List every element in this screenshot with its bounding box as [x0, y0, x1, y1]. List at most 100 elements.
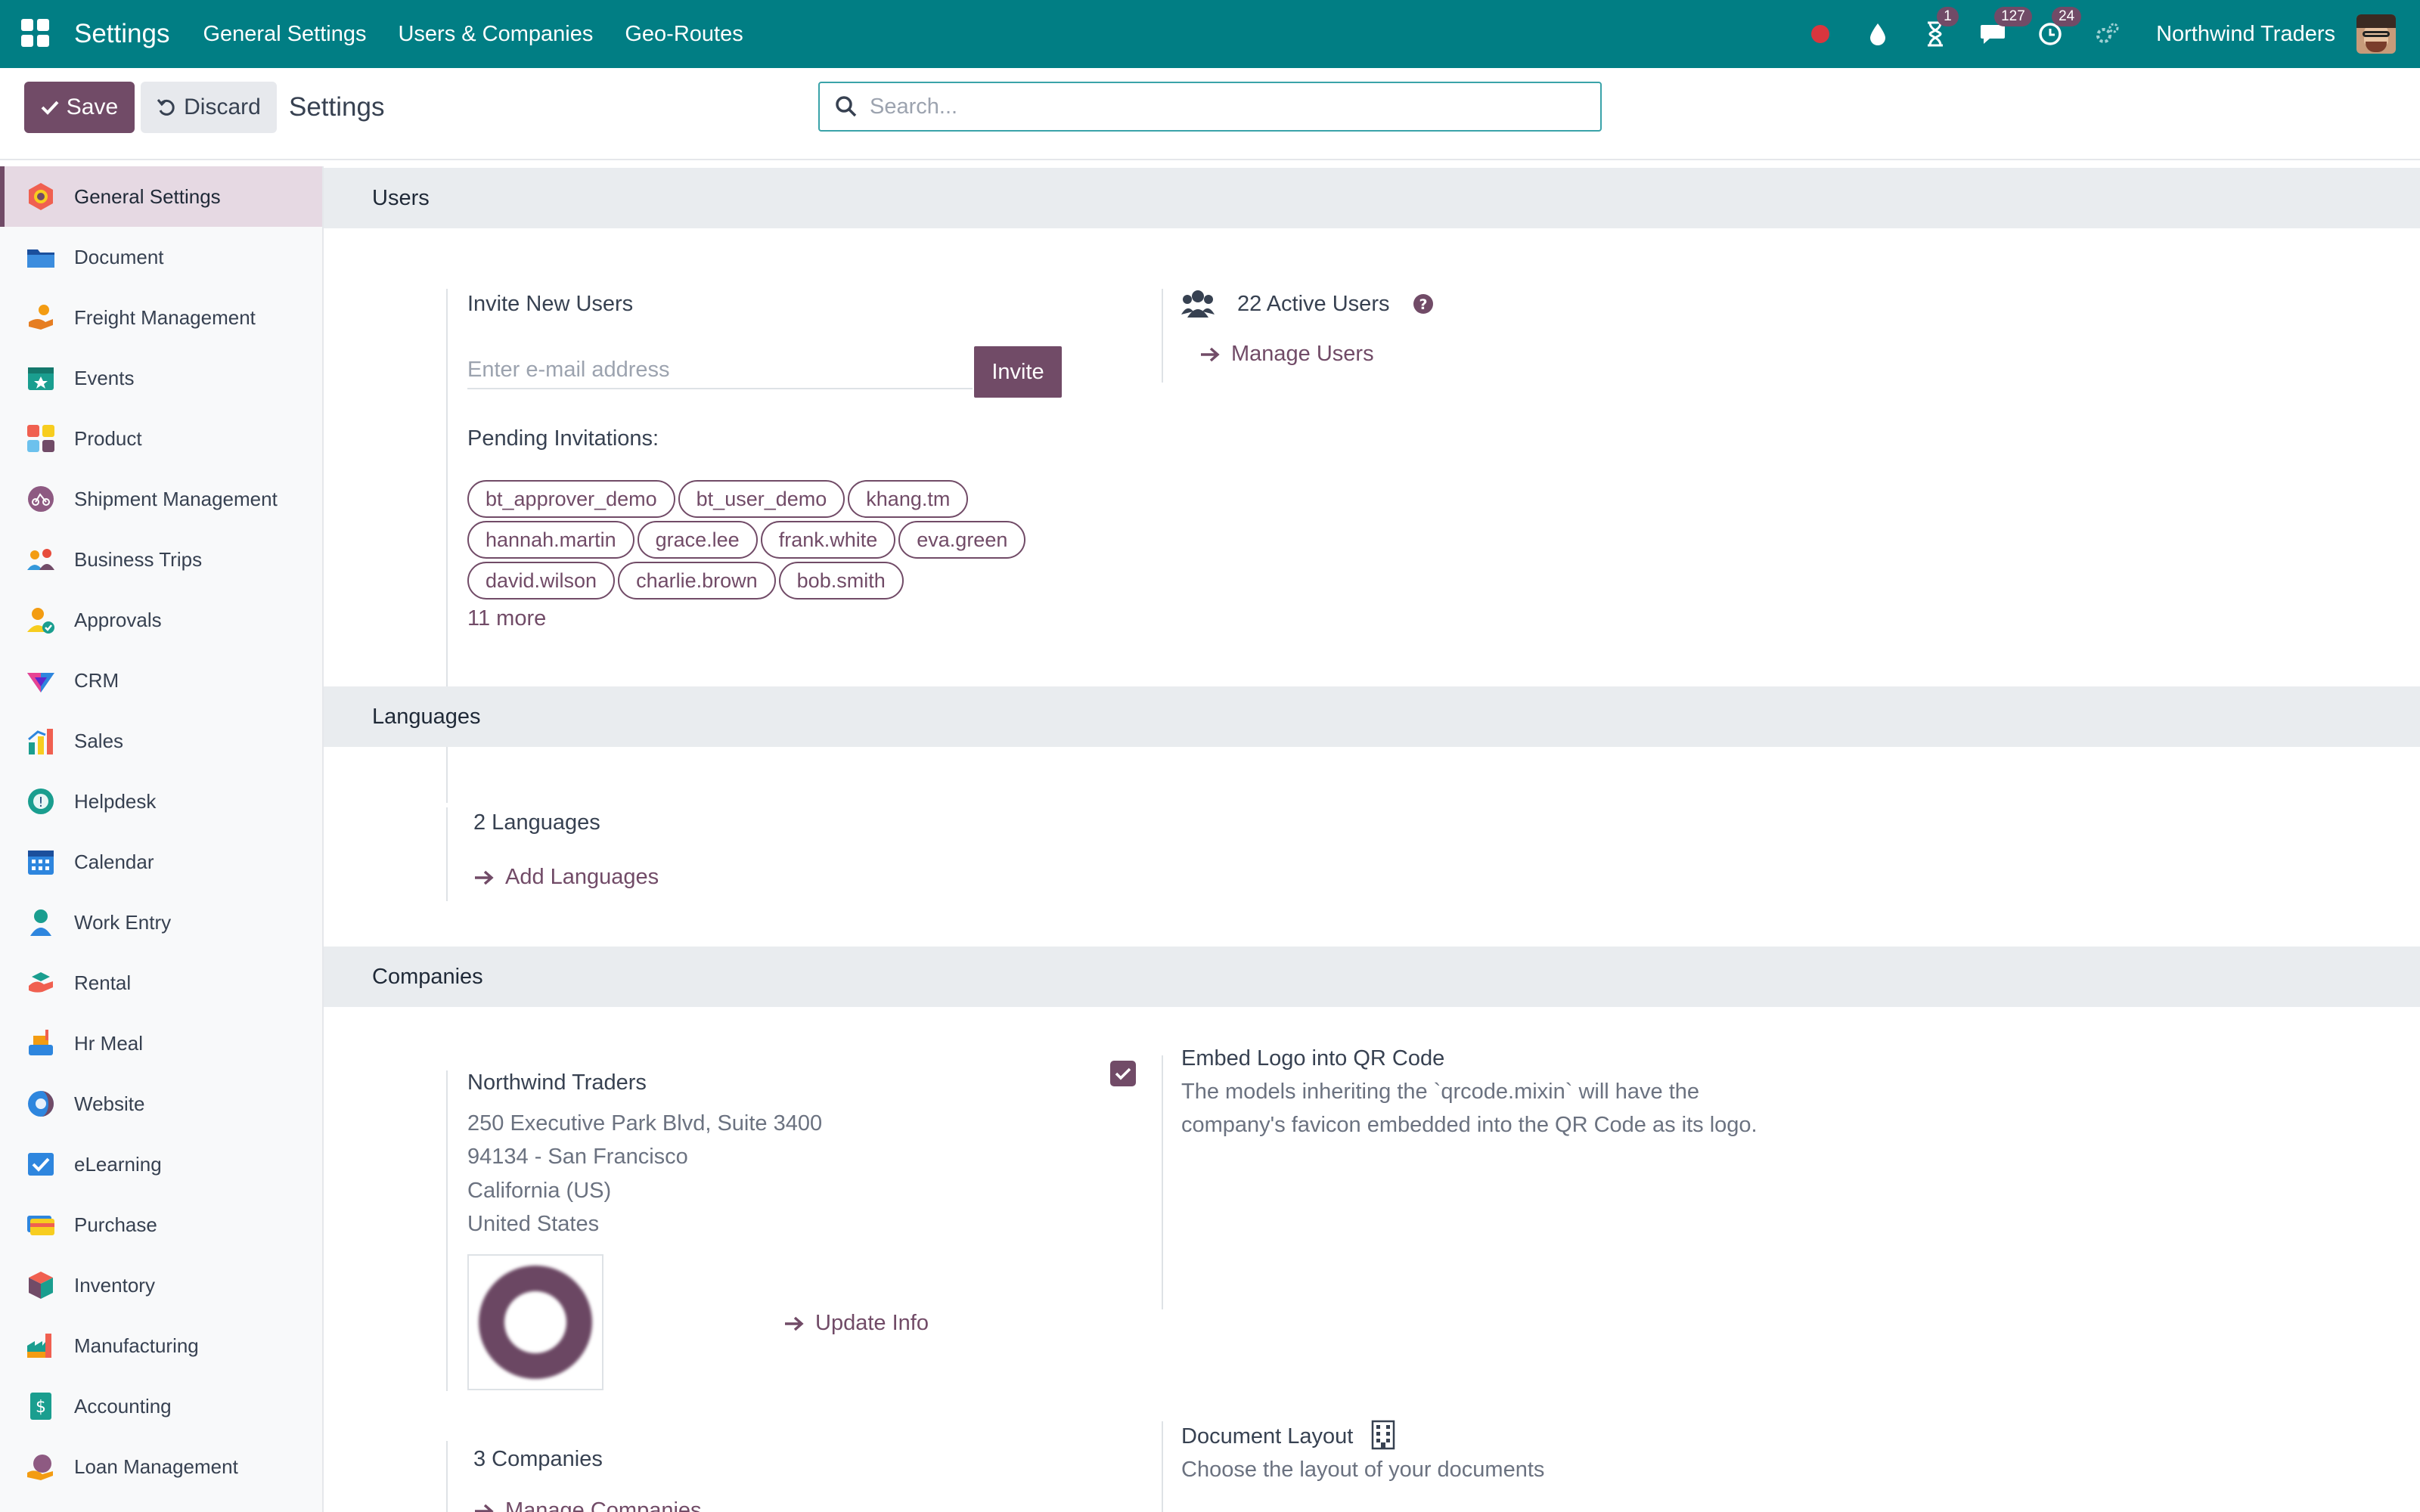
check-icon — [1115, 1067, 1131, 1080]
companies-count-setting — [446, 1441, 448, 1512]
manufacturing-icon — [27, 1334, 51, 1358]
pending-invitation-tag[interactable]: bt_user_demo — [678, 480, 845, 518]
hr-meal-icon — [29, 1030, 53, 1055]
app-brand[interactable]: Settings — [74, 19, 169, 49]
purchase-icon — [27, 1216, 54, 1235]
svg-text:$: $ — [36, 1398, 46, 1417]
sidebar-item-website[interactable]: Website — [0, 1074, 322, 1134]
manage-companies-link[interactable]: Manage Companies — [473, 1498, 702, 1512]
apps-grid-icon[interactable] — [21, 19, 51, 49]
sidebar-item-freight-management[interactable]: Freight Management — [0, 287, 322, 348]
save-button[interactable]: Save — [24, 82, 135, 133]
gears-icon[interactable] — [2094, 20, 2121, 48]
sidebar-item-hr-meal[interactable]: Hr Meal — [0, 1013, 322, 1074]
top-navbar: Settings General Settings Users & Compan… — [0, 0, 2420, 68]
control-panel: Save Discard Settings — [0, 68, 2420, 160]
sidebar-item-label: Calendar — [74, 850, 154, 873]
sidebar-item-shipment-management[interactable]: Shipment Management — [0, 469, 322, 529]
company-address-line: 250 Executive Park Blvd, Suite 3400 — [467, 1111, 823, 1136]
sidebar-item-loan-management[interactable]: Loan Management — [0, 1436, 322, 1497]
svg-text:?: ? — [1419, 296, 1427, 313]
sidebar-item-label: Manufacturing — [74, 1334, 199, 1357]
invite-email-input[interactable] — [467, 352, 973, 389]
pending-invitation-tag[interactable]: eva.green — [898, 521, 1026, 559]
active-users-setting — [1162, 289, 1163, 383]
sidebar-item-sales[interactable]: Sales — [0, 711, 322, 771]
sidebar-item-business-trips[interactable]: Business Trips — [0, 529, 322, 590]
pending-invitation-tag[interactable]: david.wilson — [467, 562, 616, 600]
activity-badge: 1 — [1937, 7, 1959, 26]
document-layout-description: Choose the layout of your documents — [1181, 1458, 1545, 1482]
sidebar-item-label: Document — [74, 245, 164, 268]
crm-icon — [27, 673, 54, 692]
embed-logo-checkbox[interactable] — [1110, 1061, 1136, 1086]
company-address-line: California (US) — [467, 1179, 612, 1203]
pending-invitation-tag[interactable]: bob.smith — [778, 562, 904, 600]
sidebar-item-helpdesk[interactable]: ! Helpdesk — [0, 771, 322, 832]
menu-general-settings[interactable]: General Settings — [203, 22, 366, 47]
sidebar-item-accounting[interactable]: $ Accounting — [0, 1376, 322, 1436]
pending-invitation-tag[interactable]: hannah.martin — [467, 521, 634, 559]
sidebar-item-elearning[interactable]: eLearning — [0, 1134, 322, 1194]
pending-invitation-tag[interactable]: frank.white — [760, 521, 896, 559]
hourglass-icon[interactable]: 1 — [1922, 7, 1959, 48]
sidebar-item-purchase[interactable]: Purchase — [0, 1194, 322, 1255]
update-info-label: Update Info — [815, 1311, 929, 1335]
events-icon — [28, 367, 54, 390]
timesheet-badge: 24 — [2052, 7, 2082, 26]
users-icon — [1181, 290, 1215, 318]
menu-users-companies[interactable]: Users & Companies — [398, 22, 593, 47]
sidebar-item-inventory[interactable]: Inventory — [0, 1255, 322, 1315]
rental-icon — [29, 972, 53, 993]
pending-invitation-tag[interactable]: khang.tm — [848, 480, 969, 518]
sidebar-item-events[interactable]: Events — [0, 348, 322, 408]
sidebar-item-label: CRM — [74, 668, 119, 692]
sidebar-item-document[interactable]: Document — [0, 227, 322, 287]
sidebar-item-label: Loan Management — [74, 1455, 238, 1478]
droplet-icon[interactable] — [1864, 20, 1891, 48]
sidebar-item-product[interactable]: Product — [0, 408, 322, 469]
sidebar-item-work-entry[interactable]: Work Entry — [0, 892, 322, 953]
sidebar-item-label: General Settings — [74, 184, 221, 208]
timer-icon[interactable]: 24 — [2037, 7, 2082, 48]
sidebar-item-crm[interactable]: CRM — [0, 650, 322, 711]
pending-invitation-tag[interactable]: grace.lee — [637, 521, 758, 559]
update-info-link[interactable]: Update Info — [783, 1311, 929, 1336]
product-icon — [27, 425, 54, 452]
arrow-right-icon — [785, 1316, 804, 1331]
menu-geo-routes[interactable]: Geo-Routes — [625, 22, 743, 47]
undo-icon — [157, 99, 175, 116]
accounting-icon: $ — [30, 1393, 51, 1420]
companies-section-header: Companies — [324, 947, 2420, 1007]
sidebar-item-general-settings[interactable]: General Settings — [0, 166, 322, 227]
search-input[interactable] — [870, 94, 1550, 119]
sidebar-item-label: Freight Management — [74, 305, 256, 329]
manage-users-link[interactable]: Manage Users — [1199, 342, 1374, 367]
user-avatar[interactable] — [2356, 14, 2396, 54]
svg-text:!: ! — [38, 795, 43, 810]
languages-setting — [446, 807, 448, 901]
pending-invitation-tag[interactable]: bt_approver_demo — [467, 480, 675, 518]
sidebar-item-rental[interactable]: Rental — [0, 953, 322, 1013]
search-bar[interactable] — [818, 82, 1602, 132]
sidebar-item-calendar[interactable]: Calendar — [0, 832, 322, 892]
pending-invitation-tag[interactable]: charlie.brown — [618, 562, 776, 600]
building-icon — [1371, 1420, 1395, 1450]
more-invitations-link[interactable]: 11 more — [467, 606, 546, 631]
invite-button[interactable]: Invite — [974, 346, 1062, 398]
chat-icon[interactable]: 127 — [1979, 7, 2032, 48]
sidebar-item-label: Approvals — [74, 608, 162, 631]
add-languages-link[interactable]: Add Languages — [473, 865, 659, 890]
company-switcher[interactable]: Northwind Traders — [2156, 22, 2335, 47]
help-icon[interactable]: ? — [1413, 293, 1434, 314]
sidebar-item-label: Work Entry — [74, 910, 172, 934]
sidebar-item-manufacturing[interactable]: Manufacturing — [0, 1315, 322, 1376]
recording-icon[interactable] — [1807, 20, 1834, 48]
sidebar-item-approvals[interactable]: Approvals — [0, 590, 322, 650]
discard-button[interactable]: Discard — [141, 82, 277, 133]
shipment-icon — [28, 486, 54, 512]
sidebar-item-label: Helpdesk — [74, 789, 157, 813]
sales-icon — [28, 729, 53, 754]
company-address-line: 94134 - San Francisco — [467, 1145, 688, 1169]
discard-label: Discard — [184, 94, 261, 119]
